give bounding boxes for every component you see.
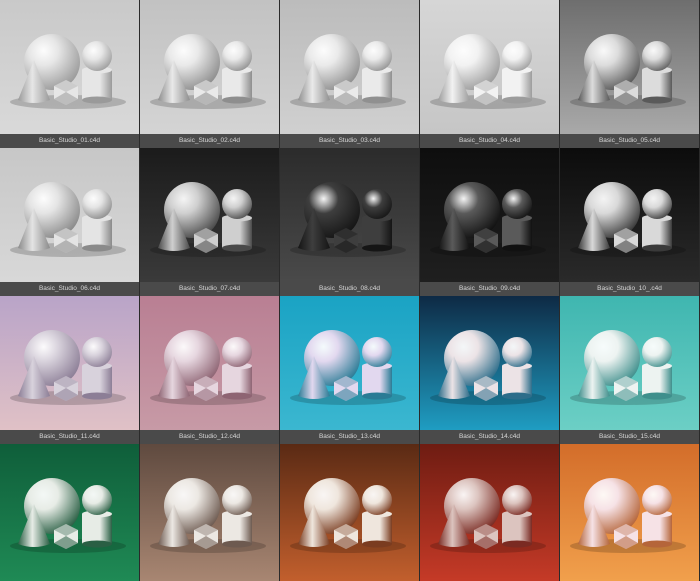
render-preview bbox=[140, 296, 279, 430]
file-name-label: Basic_Studio_08.c4d bbox=[280, 282, 419, 296]
file-name-label: Basic_Studio_12.c4d bbox=[140, 430, 279, 444]
scene-thumbnail-5[interactable]: Basic_Studio_05.c4d bbox=[560, 0, 700, 148]
scene-thumbnail-10[interactable]: Basic_Studio_10_.c4d bbox=[560, 148, 700, 296]
studio-render-image bbox=[0, 296, 139, 430]
render-preview bbox=[280, 0, 419, 134]
studio-render-image bbox=[420, 0, 559, 134]
thumbnail-grid: Basic_Studio_01.c4d Basic_Studio_02.c4d Ba… bbox=[0, 0, 700, 581]
studio-render-image bbox=[280, 444, 419, 581]
scene-thumbnail-9[interactable]: Basic_Studio_09.c4d bbox=[420, 148, 560, 296]
render-preview bbox=[140, 0, 279, 134]
scene-thumbnail-18[interactable] bbox=[280, 444, 420, 581]
render-preview bbox=[420, 148, 559, 282]
file-name-label: Basic_Studio_06.c4d bbox=[0, 282, 139, 296]
scene-thumbnail-7[interactable]: Basic_Studio_07.c4d bbox=[140, 148, 280, 296]
render-preview bbox=[0, 148, 139, 282]
render-preview bbox=[420, 444, 559, 581]
render-preview bbox=[280, 148, 419, 282]
file-name-label: Basic_Studio_03.c4d bbox=[280, 134, 419, 148]
scene-thumbnail-14[interactable]: Basic_Studio_14.c4d bbox=[420, 296, 560, 444]
render-preview bbox=[420, 296, 559, 430]
studio-render-image bbox=[140, 0, 279, 134]
scene-thumbnail-17[interactable] bbox=[140, 444, 280, 581]
scene-thumbnail-13[interactable]: Basic_Studio_13.c4d bbox=[280, 296, 420, 444]
studio-render-image bbox=[140, 296, 279, 430]
scene-thumbnail-1[interactable]: Basic_Studio_01.c4d bbox=[0, 0, 140, 148]
render-preview bbox=[560, 444, 699, 581]
file-name-label: Basic_Studio_07.c4d bbox=[140, 282, 279, 296]
studio-render-image bbox=[420, 444, 559, 581]
render-preview bbox=[280, 296, 419, 430]
studio-render-image bbox=[560, 148, 699, 282]
file-name-label: Basic_Studio_11.c4d bbox=[0, 430, 139, 444]
scene-thumbnail-4[interactable]: Basic_Studio_04.c4d bbox=[420, 0, 560, 148]
studio-render-image bbox=[140, 148, 279, 282]
file-name-label: Basic_Studio_15.c4d bbox=[560, 430, 699, 444]
render-preview bbox=[0, 0, 139, 134]
scene-thumbnail-3[interactable]: Basic_Studio_03.c4d bbox=[280, 0, 420, 148]
scene-thumbnail-20[interactable] bbox=[560, 444, 700, 581]
scene-thumbnail-8[interactable]: Basic_Studio_08.c4d bbox=[280, 148, 420, 296]
scene-thumbnail-19[interactable] bbox=[420, 444, 560, 581]
scene-thumbnail-16[interactable] bbox=[0, 444, 140, 581]
studio-render-image bbox=[560, 296, 699, 430]
scene-thumbnail-15[interactable]: Basic_Studio_15.c4d bbox=[560, 296, 700, 444]
file-name-label: Basic_Studio_04.c4d bbox=[420, 134, 559, 148]
file-name-label: Basic_Studio_14.c4d bbox=[420, 430, 559, 444]
studio-render-image bbox=[420, 148, 559, 282]
studio-render-image bbox=[280, 148, 419, 282]
file-name-label: Basic_Studio_05.c4d bbox=[560, 134, 699, 148]
studio-render-image bbox=[0, 148, 139, 282]
studio-render-image bbox=[0, 444, 139, 581]
studio-render-image bbox=[420, 296, 559, 430]
studio-render-image bbox=[280, 0, 419, 134]
render-preview bbox=[140, 148, 279, 282]
scene-thumbnail-12[interactable]: Basic_Studio_12.c4d bbox=[140, 296, 280, 444]
file-name-label: Basic_Studio_09.c4d bbox=[420, 282, 559, 296]
file-name-label: Basic_Studio_10_.c4d bbox=[560, 282, 699, 296]
render-preview bbox=[560, 296, 699, 430]
studio-render-image bbox=[560, 444, 699, 581]
render-preview bbox=[560, 148, 699, 282]
file-name-label: Basic_Studio_02.c4d bbox=[140, 134, 279, 148]
render-preview bbox=[560, 0, 699, 134]
scene-thumbnail-2[interactable]: Basic_Studio_02.c4d bbox=[140, 0, 280, 148]
file-name-label: Basic_Studio_13.c4d bbox=[280, 430, 419, 444]
render-preview bbox=[0, 296, 139, 430]
render-preview bbox=[280, 444, 419, 581]
scene-thumbnail-6[interactable]: Basic_Studio_06.c4d bbox=[0, 148, 140, 296]
scene-thumbnail-11[interactable]: Basic_Studio_11.c4d bbox=[0, 296, 140, 444]
render-preview bbox=[140, 444, 279, 581]
file-name-label: Basic_Studio_01.c4d bbox=[0, 134, 139, 148]
render-preview bbox=[0, 444, 139, 581]
studio-render-image bbox=[280, 296, 419, 430]
studio-render-image bbox=[0, 0, 139, 134]
render-preview bbox=[420, 0, 559, 134]
studio-render-image bbox=[140, 444, 279, 581]
studio-render-image bbox=[560, 0, 699, 134]
